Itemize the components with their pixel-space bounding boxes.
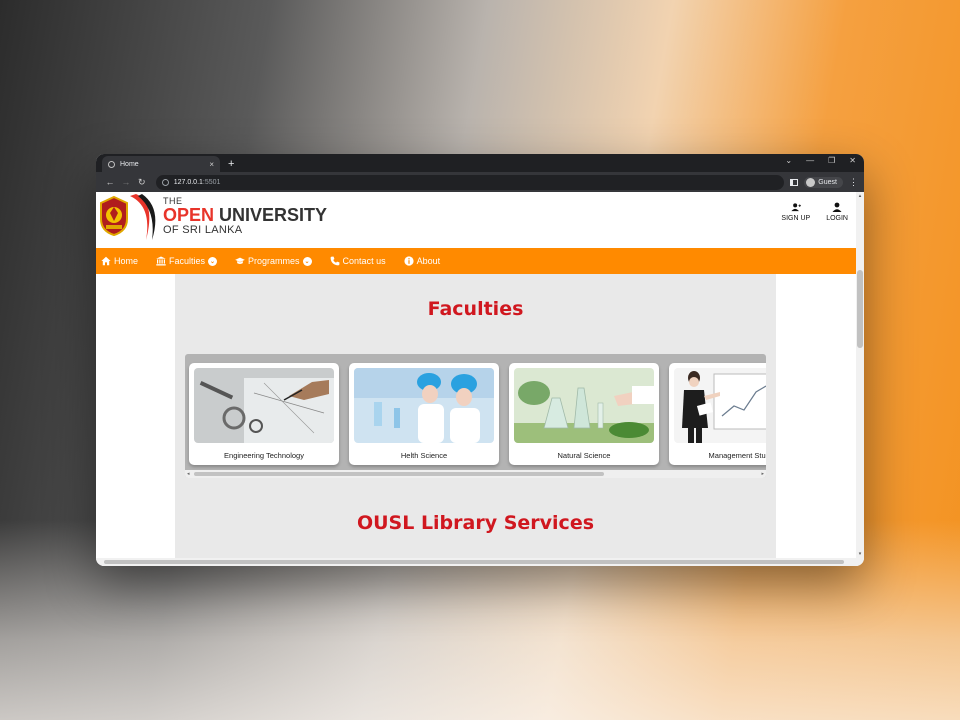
graduation-cap-icon bbox=[235, 257, 245, 264]
info-circle-icon bbox=[403, 256, 414, 266]
auth-links: SIGN UP LOGIN bbox=[781, 202, 848, 222]
url-input[interactable]: 127.0.0.1:5501 bbox=[155, 174, 785, 190]
faculties-carousel[interactable]: Engineering Technology Helth Science Nat… bbox=[185, 354, 766, 478]
logo-university: UNIVERSITY bbox=[214, 205, 328, 225]
user-plus-icon bbox=[791, 203, 801, 212]
health-science-image bbox=[354, 368, 494, 443]
faculty-card-management[interactable]: Management Studies bbox=[669, 363, 766, 465]
faculty-cards: Engineering Technology Helth Science Nat… bbox=[189, 363, 766, 465]
url-port: :5501 bbox=[202, 178, 221, 186]
sign-up-label: SIGN UP bbox=[781, 215, 811, 222]
menu-dots-icon[interactable]: ⋮ bbox=[849, 177, 858, 188]
minimize-icon[interactable]: — bbox=[806, 156, 814, 165]
forward-icon[interactable]: → bbox=[118, 177, 134, 187]
faculty-card-engineering[interactable]: Engineering Technology bbox=[189, 363, 339, 465]
back-icon[interactable]: ← bbox=[102, 177, 118, 187]
nav-faculties-label: Faculties bbox=[169, 256, 206, 266]
sign-up-button[interactable]: SIGN UP bbox=[781, 202, 810, 222]
tab-title: Home bbox=[120, 160, 139, 168]
card-label: Engineering Technology bbox=[224, 451, 304, 460]
library-heading: OUSL Library Services bbox=[356, 512, 595, 534]
url-host: 127.0.0.1 bbox=[173, 178, 203, 186]
login-label: LOGIN bbox=[826, 215, 848, 222]
site-info-icon[interactable] bbox=[161, 178, 169, 186]
profile-label: Guest bbox=[818, 178, 837, 186]
horizontal-scroll-thumb[interactable] bbox=[104, 560, 844, 564]
page-viewport: THE OPEN UNIVERSITY OF SRI LANKA SIGN UP… bbox=[96, 192, 856, 558]
tab-search-icon[interactable]: ⌄ bbox=[785, 156, 792, 165]
globe-icon bbox=[108, 160, 115, 168]
reload-icon[interactable]: ↻ bbox=[134, 177, 150, 188]
logo-open: OPEN bbox=[163, 205, 215, 225]
logo-sri-lanka: OF SRI LANKA bbox=[163, 224, 243, 236]
browser-window: Home × + ⌄ — ❐ ✕ ← → ↻ 127.0.0.1:5501 Gu… bbox=[96, 154, 864, 566]
restore-icon[interactable]: ❐ bbox=[828, 156, 835, 165]
nav-home[interactable]: Home bbox=[101, 256, 138, 266]
profile-button[interactable]: Guest bbox=[804, 176, 843, 188]
scroll-left-icon[interactable]: ◂ bbox=[187, 470, 190, 478]
card-label: Helth Science bbox=[400, 451, 448, 460]
tab-home[interactable]: Home × bbox=[102, 156, 220, 172]
new-tab-button[interactable]: + bbox=[228, 156, 234, 172]
management-image bbox=[674, 368, 766, 443]
nav-contact[interactable]: Contact us bbox=[330, 256, 386, 266]
main-content: Faculties Engineering Technology Helth S… bbox=[175, 274, 776, 558]
tab-close-icon[interactable]: × bbox=[209, 160, 214, 169]
tab-bar: Home × + ⌄ — ❐ ✕ bbox=[96, 154, 864, 172]
university-building-icon bbox=[156, 256, 166, 266]
logo-swoosh-icon bbox=[130, 194, 156, 240]
page-vertical-scrollbar[interactable]: ▴ ▾ bbox=[856, 192, 864, 558]
profile-avatar-icon bbox=[806, 177, 816, 187]
nav-programmes[interactable]: Programmes ⌄ bbox=[235, 256, 312, 266]
nav-home-label: Home bbox=[114, 256, 139, 266]
site-header: THE OPEN UNIVERSITY OF SRI LANKA SIGN UP… bbox=[96, 192, 856, 248]
page-horizontal-scrollbar[interactable] bbox=[96, 558, 864, 566]
address-bar: ← → ↻ 127.0.0.1:5501 Guest ⋮ bbox=[96, 172, 864, 192]
nav-faculties[interactable]: Faculties ⌄ bbox=[156, 256, 218, 266]
window-controls: ⌄ — ❐ ✕ bbox=[785, 156, 856, 165]
faculty-card-health[interactable]: Helth Science bbox=[349, 363, 499, 465]
user-icon bbox=[832, 202, 842, 212]
side-panel-icon[interactable] bbox=[790, 178, 799, 186]
home-icon bbox=[101, 256, 111, 266]
carousel-scroll-thumb[interactable] bbox=[194, 472, 604, 476]
natural-science-image bbox=[514, 368, 654, 443]
scroll-down-icon[interactable]: ▾ bbox=[856, 550, 864, 558]
toolbar-right: Guest ⋮ bbox=[790, 176, 858, 188]
scroll-right-icon[interactable]: ▸ bbox=[761, 470, 764, 478]
scroll-up-icon[interactable]: ▴ bbox=[856, 192, 864, 200]
card-label: Management Studies bbox=[708, 451, 766, 460]
main-nav: Home Faculties ⌄ Programmes ⌄ Contact us… bbox=[96, 248, 856, 274]
nav-about[interactable]: About bbox=[403, 256, 441, 266]
faculty-card-natural[interactable]: Natural Science bbox=[509, 363, 659, 465]
chevron-down-icon: ⌄ bbox=[208, 256, 218, 266]
nav-contact-label: Contact us bbox=[342, 256, 386, 266]
chevron-down-icon: ⌄ bbox=[302, 256, 312, 266]
engineering-image bbox=[194, 368, 334, 443]
nav-programmes-label: Programmes bbox=[248, 256, 300, 266]
login-button[interactable]: LOGIN bbox=[826, 202, 848, 222]
logo-open-university: OPEN UNIVERSITY bbox=[163, 206, 327, 224]
phone-icon bbox=[330, 256, 339, 266]
close-window-icon[interactable]: ✕ bbox=[849, 156, 856, 165]
university-logo-text[interactable]: THE OPEN UNIVERSITY OF SRI LANKA bbox=[163, 196, 327, 236]
faculties-heading: Faculties bbox=[427, 298, 524, 320]
carousel-scrollbar[interactable]: ◂ ▸ bbox=[185, 470, 766, 478]
vertical-scroll-thumb[interactable] bbox=[857, 270, 863, 348]
card-label: Natural Science bbox=[557, 451, 611, 460]
nav-about-label: About bbox=[416, 256, 441, 266]
